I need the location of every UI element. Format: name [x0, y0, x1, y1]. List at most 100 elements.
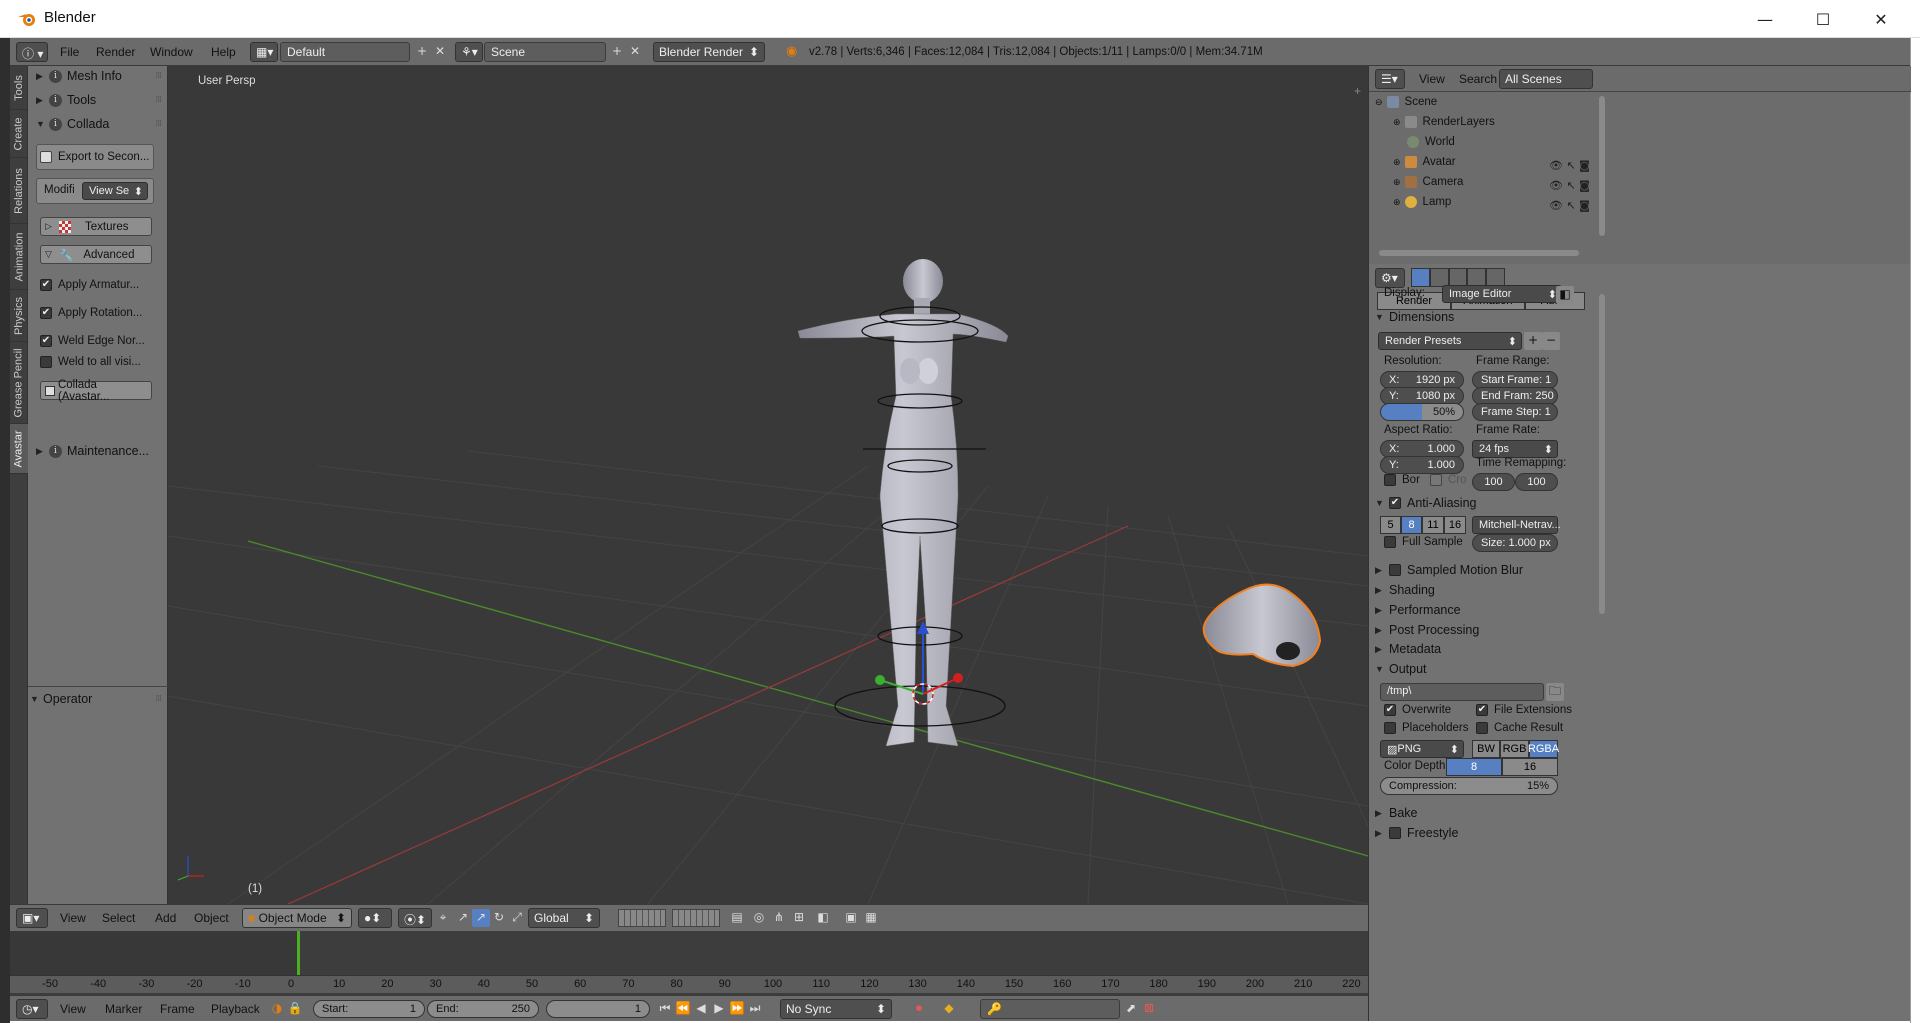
rotate-icon[interactable]: ↻ — [490, 909, 508, 927]
textures-subpanel[interactable]: ▷ Textures — [40, 217, 152, 236]
play-reverse-icon[interactable]: ◀ — [692, 1000, 710, 1018]
menu-playback[interactable]: Playback — [211, 1002, 260, 1016]
lock-range-icon[interactable]: 🔒 — [286, 1000, 304, 1018]
aa-samples-16[interactable]: 16 — [1444, 516, 1466, 534]
translate-active-icon[interactable]: ↗ — [472, 909, 490, 927]
drag-grip-icon[interactable]: ⁞⁞⁞ — [155, 95, 162, 105]
collada-export-button[interactable]: Collada (Avastar... — [40, 379, 152, 403]
file-extensions-checkbox[interactable]: File Extensions — [1476, 704, 1591, 716]
menu-timeline-view[interactable]: View — [60, 1002, 86, 1016]
preview-range-icon[interactable]: ◑ — [268, 1000, 286, 1018]
keyframe-icon[interactable]: ◆ — [940, 1000, 958, 1018]
file-format-select[interactable]: ▨ PNG ⬍ — [1380, 740, 1464, 758]
layout-icon-button[interactable]: ▦▾ — [250, 42, 278, 62]
layer-buttons-2[interactable] — [672, 909, 720, 927]
render-view-icon[interactable]: ◧ — [1556, 286, 1574, 304]
tab-physics[interactable]: Physics — [10, 290, 28, 342]
mode-select[interactable]: ■ Object Mode ⬍ — [242, 908, 352, 928]
menu-select[interactable]: Select — [102, 911, 135, 925]
panel-tools[interactable]: ▶ i Tools — [36, 90, 96, 110]
jump-keyframe-back-icon[interactable]: ⏪ — [674, 1000, 692, 1018]
delete-keyframe-icon[interactable]: ⊠ — [1140, 1000, 1158, 1018]
color-mode-rgba[interactable]: RGBA — [1528, 740, 1559, 758]
insert-keyframe-icon[interactable]: ⬈ — [1122, 1000, 1140, 1018]
current-frame-indicator[interactable] — [297, 931, 300, 975]
editor-type-button[interactable]: ⚙▾ — [1375, 268, 1405, 288]
border-checkbox[interactable]: Bor — [1384, 474, 1434, 486]
resolution-percentage-slider[interactable]: 50% — [1380, 403, 1464, 421]
section-bake[interactable]: ▶ Bake — [1375, 802, 1545, 824]
properties-scrollbar[interactable] — [1599, 294, 1605, 614]
timeline-area[interactable]: -50 -40 -30 -20 -10 0 10 20 30 40 50 60 70 80 90 100 110… — [10, 931, 1655, 995]
current-frame-field[interactable]: 1 — [546, 1000, 650, 1018]
menu-render[interactable]: Render — [96, 45, 135, 59]
viewport-shading-select[interactable]: ●⬍ — [358, 908, 392, 928]
apply-rotation-checkbox[interactable]: Apply Rotation... — [40, 307, 155, 319]
play-icon[interactable]: ▶ — [710, 1000, 728, 1018]
frame-step-property[interactable]: Frame Step: 1 — [1472, 403, 1558, 421]
tab-animation[interactable]: Animation — [10, 224, 28, 290]
editor-type-button[interactable]: ▣▾ — [16, 908, 48, 928]
aa-samples-8[interactable]: 8 — [1401, 516, 1422, 534]
menu-object[interactable]: Object — [194, 911, 229, 925]
manipulator-toggle-icon[interactable]: ⌖ — [434, 909, 452, 927]
cache-result-checkbox[interactable]: Cache Result — [1476, 722, 1591, 734]
output-path-field[interactable]: /tmp\ — [1380, 683, 1544, 701]
frame-rate-select[interactable]: 24 fps ⬍ — [1472, 440, 1558, 458]
menu-window[interactable]: Window — [150, 45, 193, 59]
lock-layers-icon[interactable]: ▤ — [728, 909, 746, 927]
color-mode-bw[interactable]: BW — [1472, 740, 1500, 758]
record-icon[interactable]: ⏺ — [910, 1000, 928, 1018]
start-frame-field[interactable]: Start: 1 — [313, 1000, 425, 1018]
jump-keyframe-forward-icon[interactable]: ⏩ — [728, 1000, 746, 1018]
tab-create[interactable]: Create — [10, 110, 28, 158]
menu-help[interactable]: Help — [211, 45, 236, 59]
sync-mode-select[interactable]: No Sync ⬍ — [780, 999, 892, 1019]
editor-type-button[interactable]: ⓘ ▾ — [16, 42, 48, 62]
display-select[interactable]: Image Editor ⬍ — [1442, 285, 1562, 303]
section-metadata[interactable]: ▶ Metadata — [1375, 638, 1545, 660]
export-to-second-life-checkbox[interactable]: Export to Secon... — [40, 151, 155, 163]
section-performance[interactable]: ▶ Performance — [1375, 599, 1545, 621]
3d-viewport[interactable]: User Persp (1) + — [168, 66, 1368, 904]
outliner-scrollbar[interactable] — [1599, 96, 1605, 236]
editor-type-button[interactable]: ◷▾ — [16, 999, 48, 1019]
snap-target-icon[interactable]: ⊞ — [790, 909, 808, 927]
drag-grip-icon[interactable]: ⁞⁞⁞ — [155, 71, 162, 81]
scale-icon[interactable]: ⤢ — [508, 909, 526, 927]
render-engine-select[interactable]: Blender Render ⬍ — [653, 42, 765, 62]
close-window-button[interactable]: ✕ — [1852, 0, 1910, 38]
color-depth-16[interactable]: 16 — [1502, 758, 1558, 776]
tab-avastar[interactable]: Avastar — [10, 424, 28, 474]
folder-icon[interactable]: 🗀 — [1546, 683, 1564, 701]
snap-icon[interactable]: ⋔ — [770, 909, 788, 927]
drag-grip-icon[interactable]: ⁞⁞⁞ — [155, 119, 162, 129]
outliner-restrict-icons[interactable]: 👁 ↖ ◙ 👁 ↖ ◙ 👁 ↖ ◙ — [1549, 156, 1590, 216]
aa-samples-5[interactable]: 5 — [1380, 516, 1401, 534]
add-preset-icon[interactable]: + — [1524, 332, 1542, 350]
outliner-row-world[interactable]: World — [1369, 132, 1591, 152]
color-depth-8[interactable]: 8 — [1446, 758, 1502, 776]
panel-mesh-info[interactable]: ▶ i Mesh Info — [36, 66, 122, 86]
section-freestyle[interactable]: ▶ Freestyle — [1375, 822, 1545, 844]
maximize-button[interactable]: ☐ — [1794, 0, 1852, 38]
render-presets-select[interactable]: Render Presets ⬍ — [1378, 332, 1522, 350]
tab-relations[interactable]: Relations — [10, 158, 28, 224]
panel-operator[interactable]: ▼ Operator — [30, 689, 92, 709]
editor-type-button[interactable]: ☰▾ — [1375, 69, 1405, 89]
jump-start-icon[interactable]: ⏮ — [656, 1000, 674, 1018]
time-remap-old-field[interactable]: 100 — [1472, 473, 1515, 491]
time-remap-new-field[interactable]: 100 — [1515, 473, 1558, 491]
weld-edge-normals-checkbox[interactable]: Weld Edge Nor... — [40, 335, 155, 347]
tab-tools[interactable]: Tools — [10, 66, 28, 110]
section-shading[interactable]: ▶ Shading — [1375, 579, 1545, 601]
add-region-icon[interactable]: + — [1354, 84, 1361, 98]
scene-icon-button[interactable]: ⚘▾ — [455, 42, 483, 62]
jump-end-icon[interactable]: ⏭ — [746, 1000, 764, 1018]
freestyle-checkbox-icon[interactable] — [1389, 827, 1401, 839]
proportional-edit-icon[interactable]: ◎ — [750, 909, 768, 927]
menu-view[interactable]: View — [60, 911, 86, 925]
remove-scene-icon[interactable]: ✕ — [626, 43, 644, 61]
apply-armature-checkbox[interactable]: Apply Armatur... — [40, 279, 155, 291]
menu-marker[interactable]: Marker — [105, 1002, 142, 1016]
